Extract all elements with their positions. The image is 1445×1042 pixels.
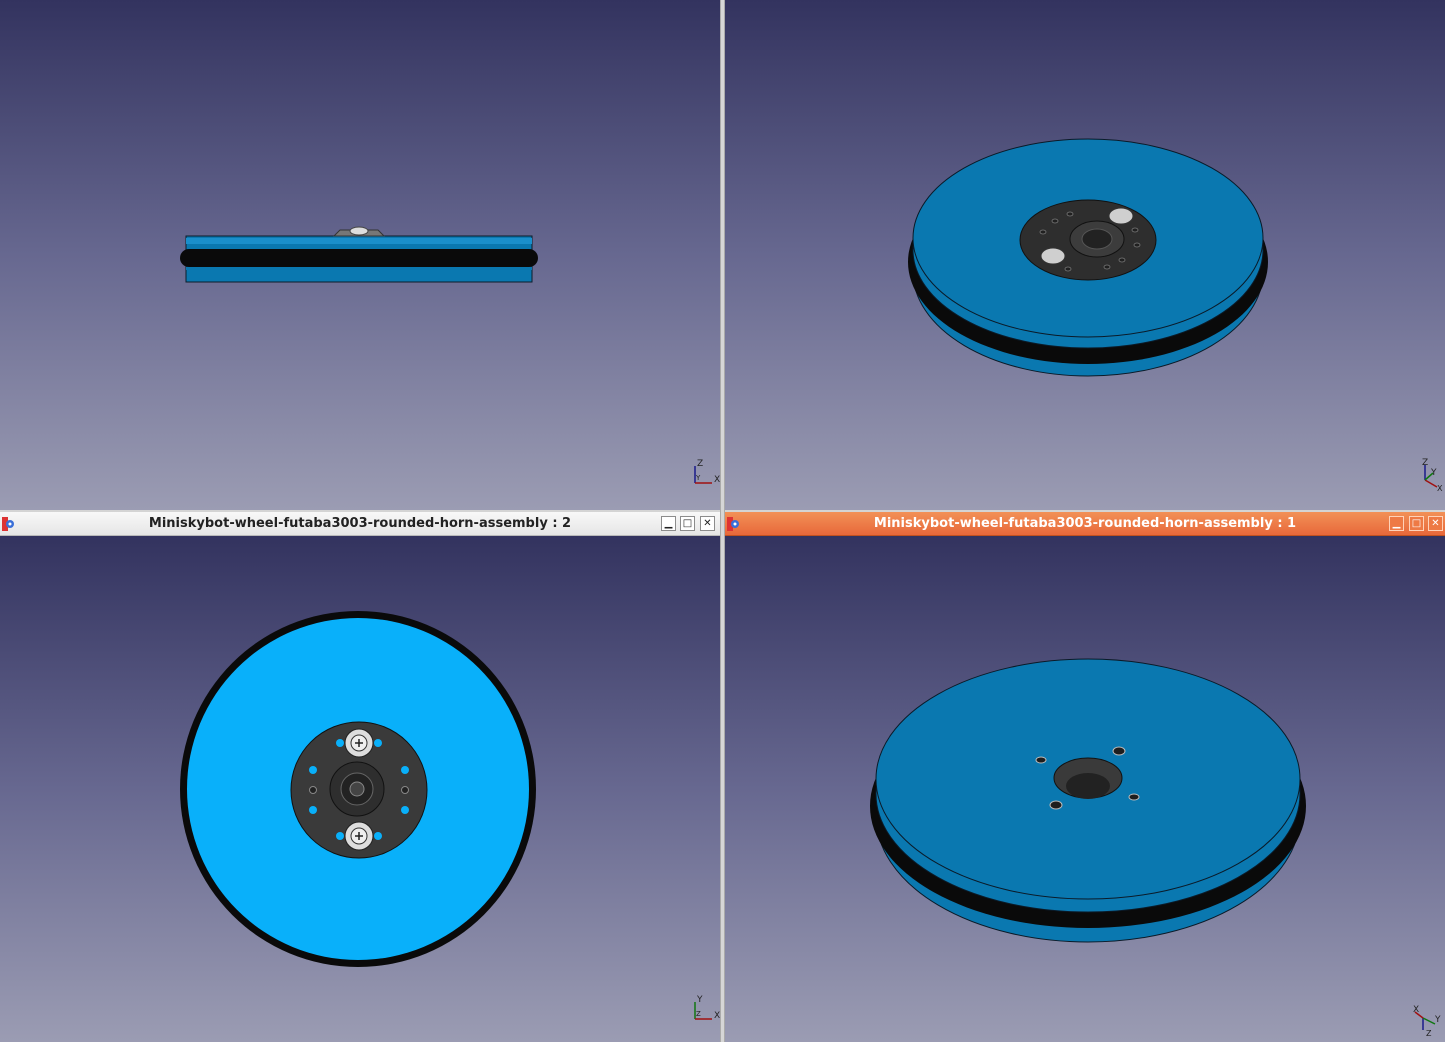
wheel-front-view (180, 226, 538, 283)
close-button[interactable]: ✕ (700, 516, 715, 531)
window-titlebar-1[interactable]: Miniskybot-wheel-futaba3003-rounded-horn… (725, 512, 1445, 536)
viewport-top[interactable]: Y X Z (0, 536, 720, 1042)
maximize-button[interactable]: □ (1409, 516, 1424, 531)
svg-text:Z: Z (1426, 1029, 1432, 1038)
viewport-isometric-top[interactable]: Z Y X (725, 0, 1445, 510)
axis-indicator: Z X Y (694, 459, 720, 485)
axis-indicator: Z Y X (1422, 458, 1443, 493)
svg-text:X: X (1413, 1005, 1419, 1015)
wheel-isometric-view (908, 138, 1268, 377)
minimize-button[interactable]: ▁ (661, 516, 676, 531)
close-button[interactable]: ✕ (1428, 516, 1443, 531)
viewport-front[interactable]: Z X Y (0, 0, 720, 510)
window-titlebar-2[interactable]: Miniskybot-wheel-futaba3003-rounded-horn… (0, 512, 720, 536)
svg-text:Y: Y (695, 474, 701, 482)
axis-indicator: Y X Z (694, 995, 720, 1021)
svg-text:Z: Z (1422, 458, 1428, 468)
viewport-splitter[interactable] (720, 0, 725, 1042)
svg-text:Y: Y (1434, 1015, 1441, 1025)
wheel-isometric-bottom-view (870, 658, 1306, 943)
maximize-button[interactable]: □ (680, 516, 695, 531)
svg-text:Y: Y (1430, 468, 1437, 478)
wheel-top-view (180, 611, 536, 967)
window-title: Miniskybot-wheel-futaba3003-rounded-horn… (148, 516, 572, 531)
minimize-button[interactable]: ▁ (1389, 516, 1404, 531)
viewport-isometric-bottom[interactable]: X Y Z (725, 536, 1445, 1042)
svg-text:Z: Z (696, 1010, 701, 1018)
svg-text:Z: Z (697, 459, 703, 469)
svg-text:Y: Y (696, 995, 703, 1005)
axis-indicator: X Y Z (1413, 1005, 1441, 1038)
window-title: Miniskybot-wheel-futaba3003-rounded-horn… (873, 516, 1297, 531)
svg-text:X: X (1437, 484, 1443, 493)
